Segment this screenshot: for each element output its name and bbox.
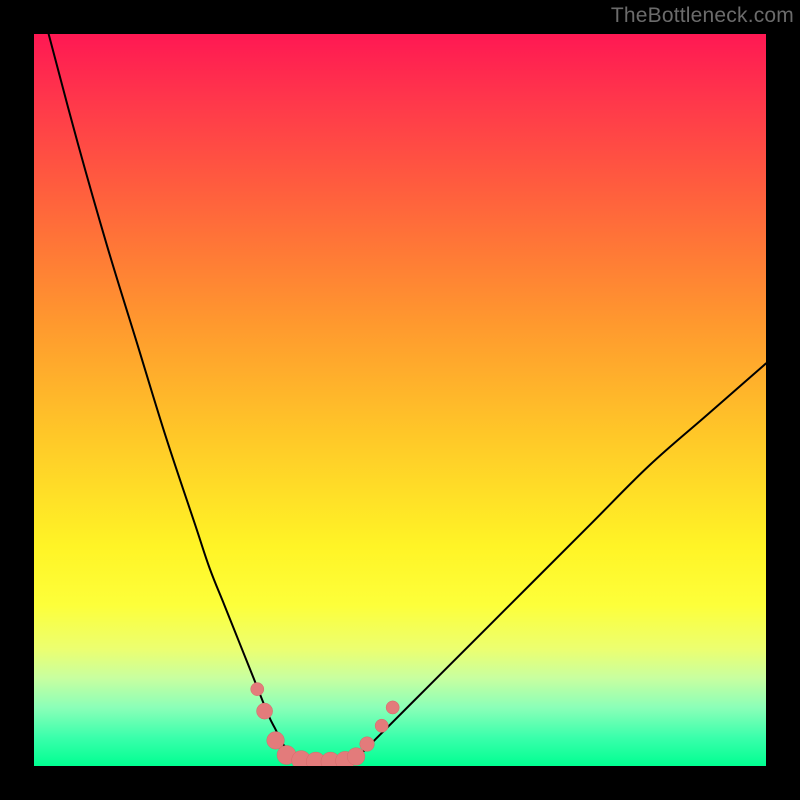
- data-marker: [347, 748, 365, 766]
- curve-layer: [34, 34, 766, 766]
- data-marker: [257, 703, 273, 719]
- curve-left-branch: [49, 34, 298, 759]
- chart-frame: TheBottleneck.com: [0, 0, 800, 800]
- data-marker: [386, 701, 399, 714]
- data-marker: [360, 737, 375, 752]
- data-marker: [375, 719, 388, 732]
- data-marker: [267, 732, 285, 750]
- curve-right-branch: [356, 363, 766, 758]
- data-marker: [251, 683, 264, 696]
- curve-group: [49, 34, 766, 763]
- watermark-text: TheBottleneck.com: [611, 4, 794, 28]
